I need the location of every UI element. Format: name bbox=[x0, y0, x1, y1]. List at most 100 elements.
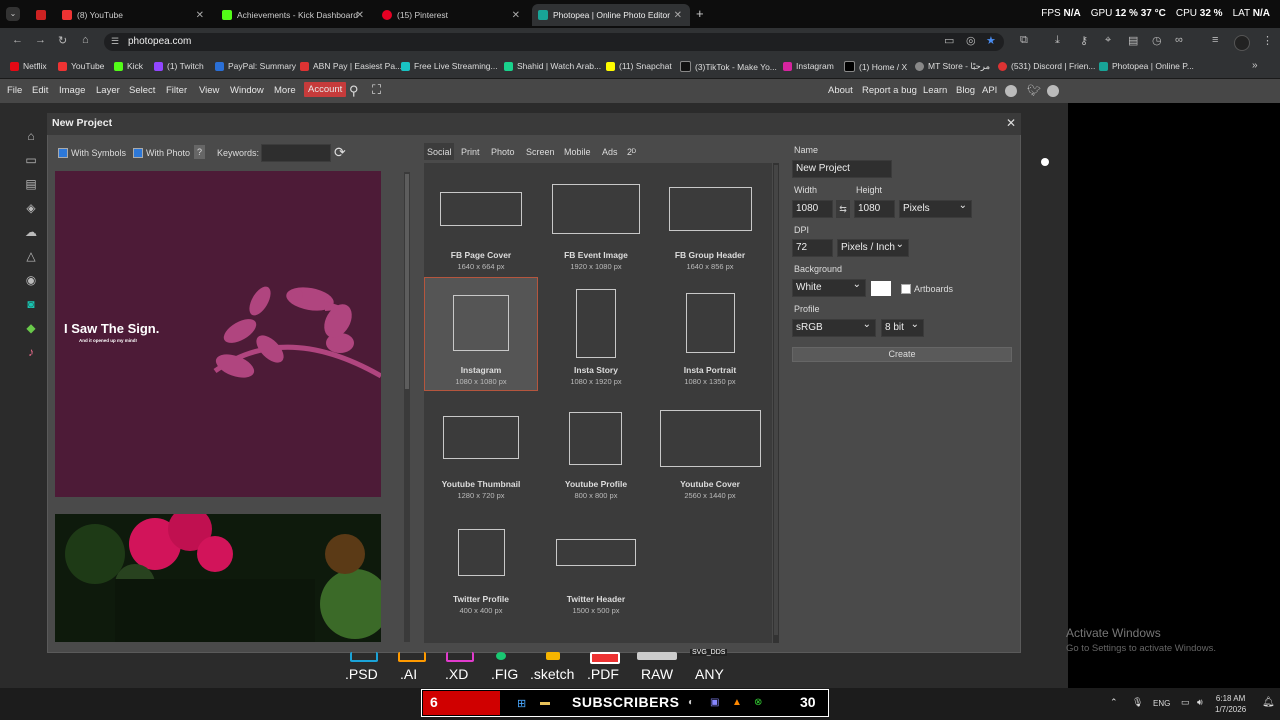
eye-off-icon[interactable]: ◎ bbox=[966, 34, 976, 47]
notification-icon[interactable]: 🔔︎ bbox=[1262, 697, 1275, 708]
home-icon[interactable]: ⌂ bbox=[82, 34, 89, 46]
tab-photopea[interactable]: Photopea | Online Photo Editor ✕ bbox=[532, 4, 690, 26]
more-bookmarks-icon[interactable]: » bbox=[1252, 60, 1258, 71]
close-icon[interactable]: ✕ bbox=[512, 10, 520, 21]
bookmark-shahid[interactable]: Shahid | Watch Arab... bbox=[504, 61, 601, 71]
tab-pinterest[interactable]: (15) Pinterest ✕ bbox=[376, 4, 528, 26]
dropbox-icon[interactable]: ◈ bbox=[24, 201, 38, 215]
tab-pinned[interactable] bbox=[30, 4, 52, 26]
taskbar-app-icon[interactable]: ▲ bbox=[732, 697, 742, 708]
menu-layer[interactable]: Layer bbox=[96, 85, 120, 96]
back-icon[interactable]: ← bbox=[12, 34, 23, 46]
bookmark-kick[interactable]: Kick bbox=[114, 61, 143, 71]
bookmark-snapchat[interactable]: (11) Snapchat bbox=[606, 61, 672, 71]
name-input[interactable]: New Project bbox=[792, 160, 892, 178]
fullscreen-icon[interactable]: ⛶ bbox=[372, 82, 381, 98]
close-icon[interactable]: ✕ bbox=[1006, 116, 1016, 130]
preset-twitter-header[interactable] bbox=[556, 539, 636, 566]
bookmark-paypal[interactable]: PayPal: Summary bbox=[215, 61, 296, 71]
account-button[interactable]: Account bbox=[304, 82, 347, 97]
preset-fb-event-image[interactable] bbox=[552, 184, 640, 234]
tab-photo[interactable]: Photo bbox=[491, 147, 515, 157]
artboards-checkbox[interactable]: Artboards bbox=[901, 284, 953, 294]
swap-dimensions-icon[interactable]: ⇆ bbox=[836, 200, 850, 218]
music-app-icon[interactable]: ♪ bbox=[24, 345, 38, 359]
menu-edit[interactable]: Edit bbox=[32, 85, 48, 96]
dpi-unit-select[interactable]: Pixels / Inch bbox=[837, 237, 909, 257]
system-clock[interactable]: 6:18 AM 1/7/2026 bbox=[1215, 693, 1246, 715]
dpi-input[interactable]: 72 bbox=[792, 239, 833, 257]
width-input[interactable]: 1080 bbox=[792, 200, 833, 218]
bookmark-tiktok[interactable]: (3)TikTok - Make Yo... bbox=[680, 61, 777, 72]
device-icon[interactable]: ▭ bbox=[24, 153, 38, 167]
bookmark-instagram[interactable]: Instagram bbox=[783, 61, 834, 71]
close-icon[interactable]: ✕ bbox=[674, 10, 682, 21]
volume-icon[interactable]: 🔊︎ bbox=[1197, 697, 1203, 708]
card-icon[interactable]: ▤ bbox=[1128, 34, 1138, 47]
onedrive-icon[interactable]: ☁ bbox=[24, 225, 38, 239]
address-bar[interactable]: photopea.com bbox=[104, 33, 1004, 51]
screen-share-icon[interactable]: ▭ bbox=[944, 34, 954, 47]
tab-2d[interactable]: 2ᴰ bbox=[627, 147, 636, 157]
bookmark-x[interactable]: (1) Home / X bbox=[844, 61, 907, 72]
microphone-icon[interactable]: 🎙︎ bbox=[1132, 697, 1143, 708]
menu-file[interactable]: File bbox=[7, 85, 22, 96]
key-icon[interactable]: ⚷ bbox=[1080, 34, 1088, 47]
bookmark-youtube[interactable]: YouTube bbox=[58, 61, 104, 71]
profile-avatar[interactable] bbox=[1234, 35, 1250, 51]
preset-twitter-profile[interactable] bbox=[458, 529, 505, 576]
bit-depth-select[interactable]: 8 bit bbox=[881, 317, 924, 337]
preset-youtube-profile[interactable] bbox=[569, 412, 622, 465]
menu-select[interactable]: Select bbox=[129, 85, 155, 96]
close-icon[interactable]: ✕ bbox=[196, 10, 204, 21]
extensions-icon[interactable]: ⧉ bbox=[1020, 34, 1028, 47]
link-api[interactable]: API bbox=[982, 85, 997, 96]
tab-mobile[interactable]: Mobile bbox=[564, 147, 591, 157]
tab-ads[interactable]: Ads bbox=[602, 147, 618, 157]
refresh-icon[interactable]: ⟳ bbox=[334, 144, 346, 161]
preset-instagram[interactable] bbox=[453, 295, 509, 351]
taskbar-app-icon[interactable]: ◐ bbox=[688, 697, 694, 708]
taskbar-app-icon[interactable]: ▣ bbox=[710, 697, 719, 708]
preset-youtube-cover[interactable] bbox=[660, 410, 761, 467]
keywords-input[interactable] bbox=[261, 144, 331, 162]
background-color-swatch[interactable] bbox=[871, 281, 891, 296]
new-tab-button[interactable]: + bbox=[696, 6, 704, 21]
height-input[interactable]: 1080 bbox=[854, 200, 895, 218]
template-card-sign[interactable]: I Saw The Sign. And it opened up my mind… bbox=[55, 171, 383, 497]
close-icon[interactable]: ✕ bbox=[356, 10, 364, 21]
forward-icon[interactable]: → bbox=[35, 34, 46, 46]
scrollbar-thumb[interactable] bbox=[774, 165, 778, 635]
link-icon[interactable]: ∞ bbox=[1175, 34, 1183, 46]
bookmark-star-icon[interactable]: ★ bbox=[986, 34, 996, 47]
link-report-bug[interactable]: Report a bug bbox=[862, 85, 917, 96]
storage-icon[interactable]: ▤ bbox=[24, 177, 38, 191]
menu-image[interactable]: Image bbox=[59, 85, 85, 96]
site-info-icon[interactable]: ☰ bbox=[111, 36, 119, 47]
search-icon[interactable]: ⚲ bbox=[349, 83, 359, 99]
reddit-icon[interactable] bbox=[1005, 85, 1017, 97]
bookmark-netflix[interactable]: Netflix bbox=[10, 61, 47, 71]
file-explorer-icon[interactable]: ▬ bbox=[540, 697, 550, 708]
photopea-app-icon[interactable]: ◙ bbox=[24, 297, 38, 311]
reload-icon[interactable]: ↻ bbox=[58, 34, 67, 47]
menu-filter[interactable]: Filter bbox=[166, 85, 187, 96]
with-symbols-checkbox[interactable]: With Symbols bbox=[58, 148, 126, 158]
with-photo-checkbox[interactable]: With Photo bbox=[133, 148, 190, 158]
preset-youtube-thumbnail[interactable] bbox=[443, 416, 519, 459]
gamepad-icon[interactable]: ◉ bbox=[24, 273, 38, 287]
unit-select[interactable]: Pixels bbox=[899, 198, 972, 218]
bookmark-discord[interactable]: (531) Discord | Frien... bbox=[998, 61, 1095, 71]
tab-screen[interactable]: Screen bbox=[526, 147, 555, 157]
template-card-flowers[interactable] bbox=[55, 514, 381, 642]
preset-insta-story[interactable] bbox=[576, 289, 616, 358]
menu-window[interactable]: Window bbox=[230, 85, 264, 96]
tab-kick[interactable]: Achievements - Kick Dashboard ✕ bbox=[216, 4, 372, 26]
tab-print[interactable]: Print bbox=[461, 147, 480, 157]
windows-start-icon[interactable]: ⊞ bbox=[517, 697, 526, 710]
monitor-icon[interactable]: ▭ bbox=[1181, 697, 1190, 708]
tab-list-button[interactable]: ⌄ bbox=[6, 7, 20, 21]
green-app-icon[interactable]: ◆ bbox=[24, 321, 38, 335]
menu-view[interactable]: View bbox=[199, 85, 219, 96]
background-select[interactable]: White bbox=[792, 277, 866, 297]
